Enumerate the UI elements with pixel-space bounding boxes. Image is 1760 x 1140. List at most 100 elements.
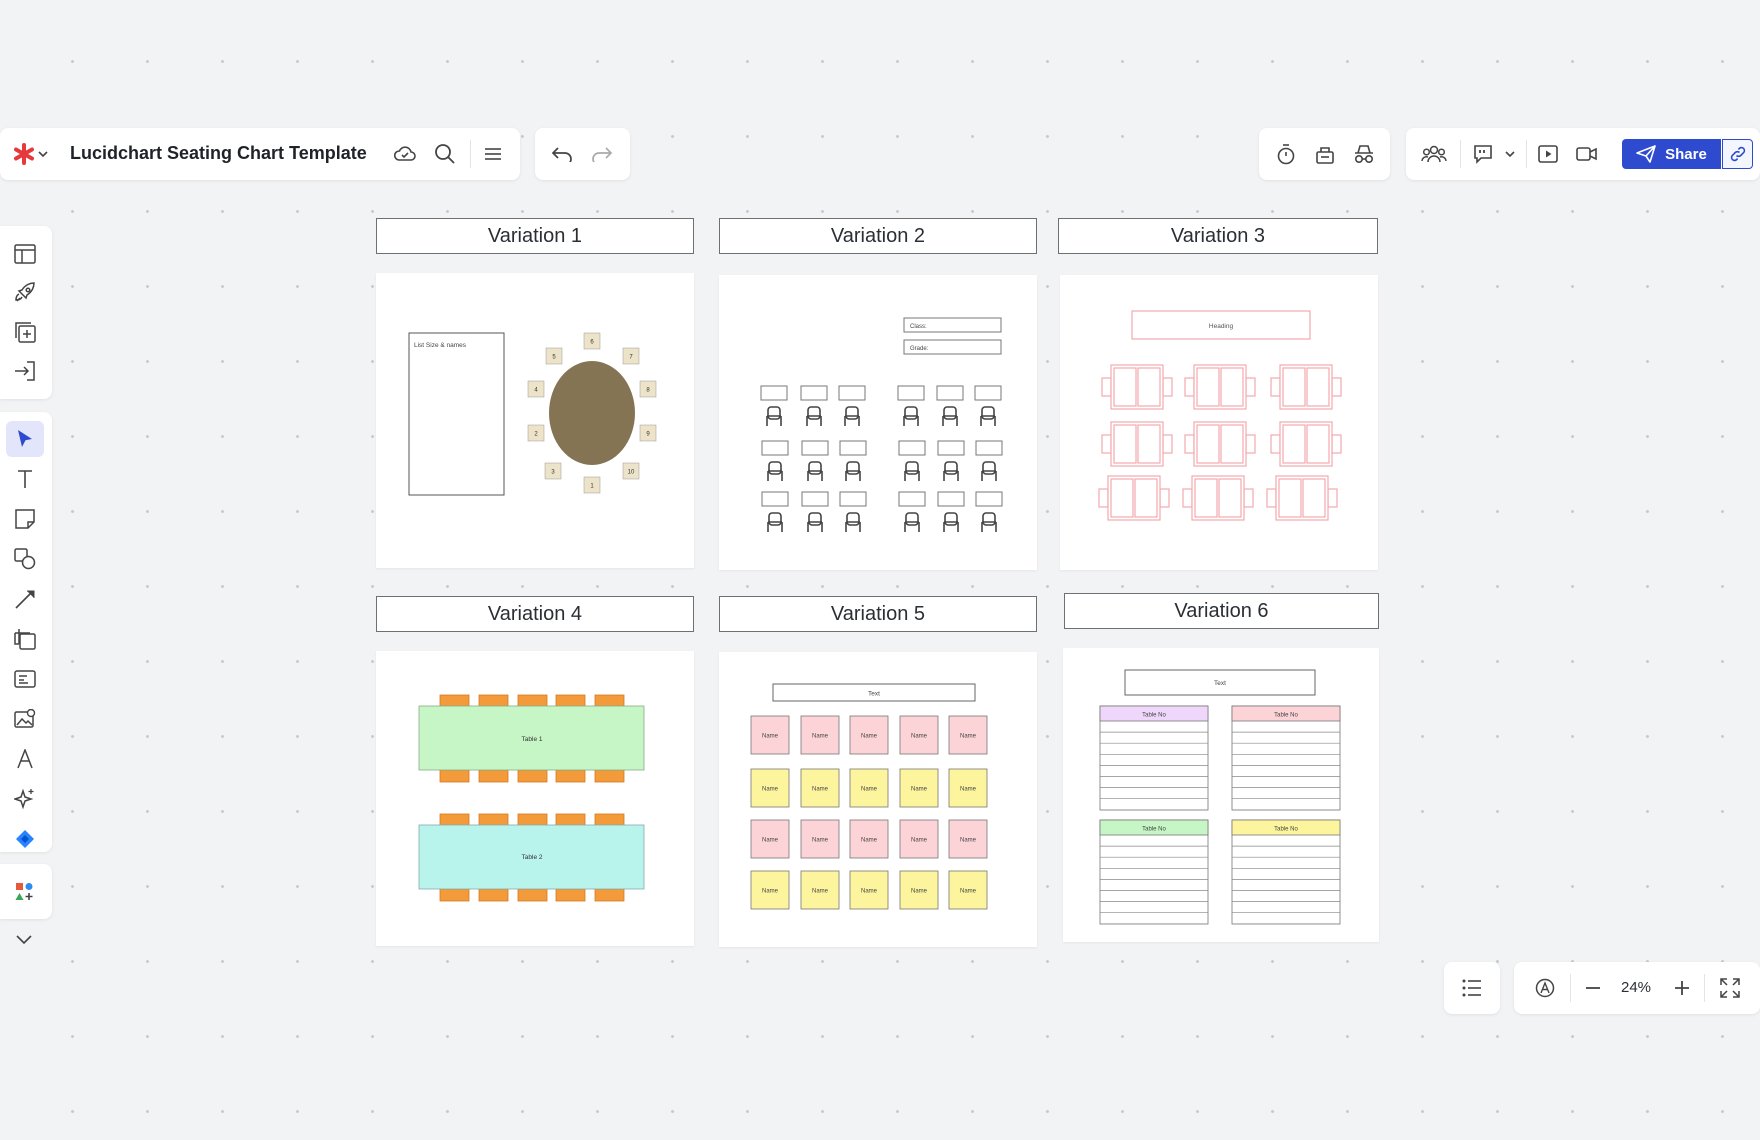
name-tile[interactable]: Name xyxy=(750,715,790,755)
import-icon[interactable] xyxy=(6,353,44,389)
variation-3-label[interactable]: Variation 3 xyxy=(1058,218,1378,254)
names-list-text: List Size & names xyxy=(414,342,467,349)
table-list[interactable]: Table No xyxy=(1099,819,1209,925)
variation-6-label[interactable]: Variation 6 xyxy=(1064,593,1379,629)
zoom-in-icon[interactable] xyxy=(1669,975,1695,1001)
round-table[interactable] xyxy=(549,361,635,465)
zoom-level[interactable]: 24% xyxy=(1621,979,1651,996)
name-tile[interactable]: Name xyxy=(800,715,840,755)
title-box[interactable]: Text xyxy=(772,683,976,702)
variation-2-label[interactable]: Variation 2 xyxy=(719,218,1037,254)
table-list[interactable]: Table No xyxy=(1231,705,1341,811)
variation-5-card[interactable]: Text Name Name Name Name Name Name Name Name Nam… xyxy=(719,652,1037,947)
document-title[interactable]: Lucidchart Seating Chart Template xyxy=(70,143,367,164)
variation-5-label[interactable]: Variation 5 xyxy=(719,596,1037,632)
share-button[interactable]: Share xyxy=(1622,139,1721,169)
names-list-box[interactable] xyxy=(408,332,505,496)
undo-icon[interactable] xyxy=(549,142,575,166)
seat-4[interactable]: 4 xyxy=(527,380,545,398)
collaborators-icon[interactable] xyxy=(1420,141,1448,167)
search-icon[interactable] xyxy=(432,141,458,167)
redo-icon[interactable] xyxy=(589,142,615,166)
container-icon[interactable] xyxy=(6,621,44,657)
seat-3[interactable]: 3 xyxy=(544,462,562,480)
name-tile[interactable]: Name xyxy=(948,819,988,859)
comment-icon[interactable] xyxy=(1470,141,1496,167)
sticky-note-icon[interactable] xyxy=(6,501,44,537)
name-tile[interactable]: Name xyxy=(800,768,840,808)
seat-6[interactable]: 6 xyxy=(583,332,601,350)
variation-4-card[interactable]: Table 1 Table 2 xyxy=(376,651,694,946)
seat-2[interactable]: 2 xyxy=(527,424,545,442)
image-icon[interactable] xyxy=(6,701,44,737)
expand-icon[interactable] xyxy=(10,928,38,952)
name-tile[interactable]: Name xyxy=(948,870,988,910)
card-icon[interactable] xyxy=(6,661,44,697)
menu-icon[interactable] xyxy=(480,142,506,166)
table-list[interactable]: Table No xyxy=(1231,819,1341,925)
table-list[interactable]: Table No xyxy=(1099,705,1209,811)
jira-icon[interactable] xyxy=(6,821,44,857)
seat-8[interactable]: 8 xyxy=(639,380,657,398)
variation-1-card[interactable]: List Size & names 1 2 3 4 5 6 7 8 9 10 xyxy=(376,273,694,568)
outline-list-icon[interactable] xyxy=(1458,974,1486,1002)
seat-5[interactable]: 5 xyxy=(545,347,563,365)
heading-box[interactable]: Heading xyxy=(1131,310,1311,340)
present-icon[interactable] xyxy=(1535,141,1561,167)
variation-1-label[interactable]: Variation 1 xyxy=(376,218,694,254)
table-1[interactable]: Table 1 xyxy=(418,705,645,771)
line-icon[interactable] xyxy=(6,581,44,617)
name-tile[interactable]: Name xyxy=(800,819,840,859)
chevron-down-icon[interactable] xyxy=(36,146,50,162)
ai-sparkle-icon[interactable] xyxy=(6,781,44,817)
fit-screen-icon[interactable] xyxy=(1717,975,1743,1001)
variation-3-card[interactable]: Heading xyxy=(1060,275,1378,570)
name-tile[interactable]: Name xyxy=(948,715,988,755)
name-tile[interactable]: Name xyxy=(750,870,790,910)
timer-icon[interactable] xyxy=(1273,141,1299,167)
name-tile[interactable]: Name xyxy=(899,715,939,755)
variation-6-card[interactable]: Text Table No Table No Table No Table No xyxy=(1063,648,1379,942)
font-icon[interactable] xyxy=(6,741,44,777)
name-tile[interactable]: Name xyxy=(899,870,939,910)
name-tile[interactable]: Name xyxy=(750,768,790,808)
zoom-out-icon[interactable] xyxy=(1580,975,1606,1001)
class-field[interactable]: Class: xyxy=(903,317,1002,333)
name-tile[interactable]: Name xyxy=(849,715,889,755)
name-tile[interactable]: Name xyxy=(849,819,889,859)
name-tile[interactable]: Name xyxy=(750,819,790,859)
incognito-icon[interactable] xyxy=(1351,141,1377,167)
title-box[interactable]: Text xyxy=(1124,669,1316,696)
name-tile[interactable]: Name xyxy=(899,819,939,859)
seat-9[interactable]: 9 xyxy=(639,424,657,442)
templates-icon[interactable] xyxy=(6,236,44,272)
seat-1[interactable]: 1 xyxy=(583,476,601,494)
lucid-logo-icon[interactable] xyxy=(12,142,36,166)
more-shapes-icon[interactable] xyxy=(6,874,44,910)
variation-4-label[interactable]: Variation 4 xyxy=(376,596,694,632)
cloud-saved-icon[interactable] xyxy=(392,142,418,166)
add-frame-icon[interactable] xyxy=(6,314,44,350)
rocket-icon[interactable] xyxy=(6,275,44,311)
name-tile[interactable]: Name xyxy=(899,768,939,808)
svg-text:Grade:: Grade: xyxy=(910,346,929,352)
shapes-icon[interactable] xyxy=(6,541,44,577)
seat-10[interactable]: 10 xyxy=(622,462,640,480)
video-call-icon[interactable] xyxy=(1574,141,1600,167)
seat-7[interactable]: 7 xyxy=(622,347,640,365)
svg-text:Name: Name xyxy=(812,889,829,895)
name-tile[interactable]: Name xyxy=(849,768,889,808)
grade-field[interactable]: Grade: xyxy=(903,339,1002,355)
select-icon[interactable] xyxy=(6,421,44,457)
svg-text:Name: Name xyxy=(911,734,928,740)
accessibility-icon[interactable] xyxy=(1532,975,1558,1001)
chevron-down-icon[interactable] xyxy=(1503,146,1517,162)
text-icon[interactable] xyxy=(6,461,44,497)
name-tile[interactable]: Name xyxy=(849,870,889,910)
name-tile[interactable]: Name xyxy=(800,870,840,910)
variation-2-card[interactable]: Class: Grade: xyxy=(719,275,1037,570)
voting-icon[interactable] xyxy=(1312,141,1338,167)
name-tile[interactable]: Name xyxy=(948,768,988,808)
copy-link-button[interactable] xyxy=(1722,139,1753,169)
table-2[interactable]: Table 2 xyxy=(418,824,645,890)
